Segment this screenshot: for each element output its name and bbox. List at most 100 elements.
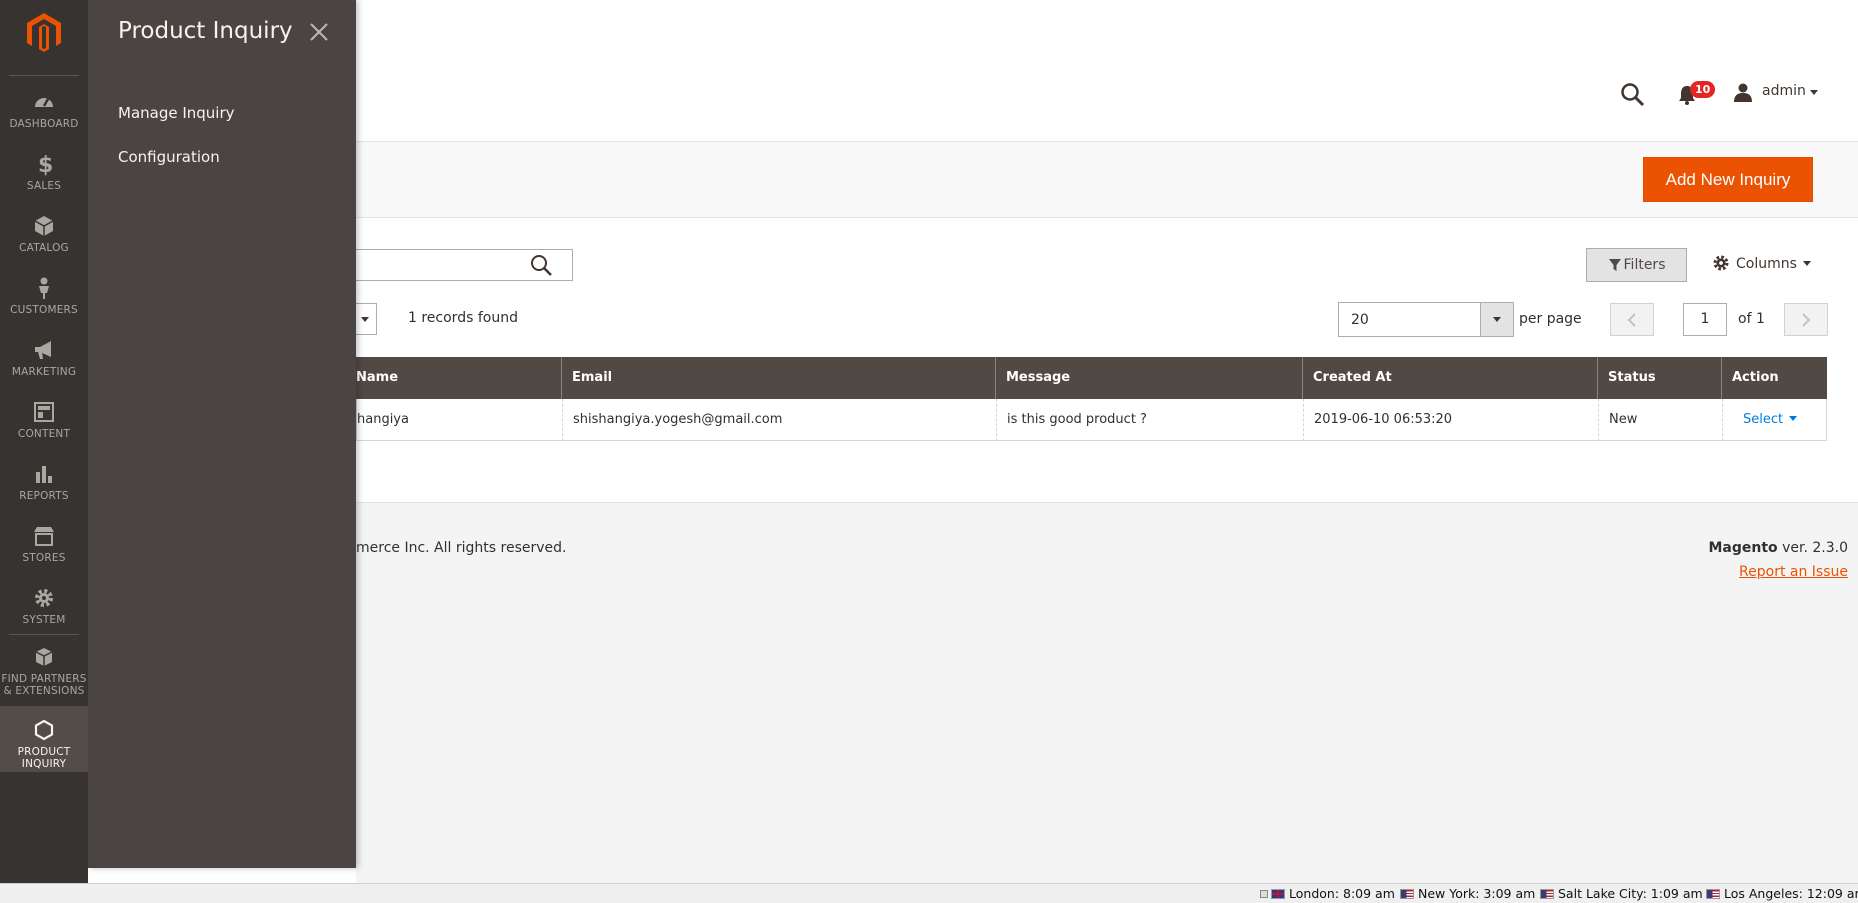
column-header-action: Action [1721, 357, 1827, 399]
global-search-icon[interactable] [1620, 82, 1646, 108]
page-actions-bar [356, 141, 1858, 218]
column-header-email[interactable]: Email [561, 357, 995, 399]
partners-icon [35, 648, 53, 666]
us-flag-icon [1540, 889, 1554, 899]
os-status-bar: London: 8:09 am New York: 3:09 am Salt L… [0, 883, 1858, 903]
menu-item-stores[interactable]: STORES [0, 524, 88, 586]
us-flag-icon [1400, 889, 1414, 899]
menu-item-customers[interactable]: CUSTOMERS [0, 276, 88, 338]
next-page-button[interactable] [1784, 303, 1828, 336]
columns-label: Columns [1736, 256, 1797, 272]
gear-icon [1713, 255, 1729, 271]
tray-icon [1260, 890, 1268, 898]
storefront-icon [34, 527, 54, 546]
menu-label-line: PRODUCT [17, 746, 71, 758]
clock-new-york: New York: 3:09 am [1400, 886, 1535, 901]
page-footer [356, 502, 1858, 883]
inquiry-grid: Name Email Message Created At Status Act… [356, 357, 1827, 441]
per-page-select[interactable]: 20 [1338, 302, 1514, 337]
bar-chart-icon [36, 466, 52, 483]
flyout-title: Product Inquiry [118, 18, 293, 44]
hexagon-icon [34, 719, 54, 741]
flyout-link-configuration[interactable]: Configuration [118, 148, 220, 166]
cell-status: New [1598, 399, 1722, 441]
menu-item-system[interactable]: SYSTEM [0, 586, 88, 648]
menu-item-dashboard[interactable]: DASHBOARD [0, 90, 88, 152]
menu-item-product-inquiry[interactable]: PRODUCT INQUIRY [0, 706, 88, 772]
current-page-input[interactable]: 1 [1683, 303, 1727, 336]
version-number: ver. 2.3.0 [1777, 540, 1848, 556]
content-layout-icon [34, 402, 54, 422]
column-header-name[interactable]: Name [356, 357, 561, 399]
clock-london: London: 8:09 am [1271, 886, 1395, 901]
clock-los-angeles: Los Angeles: 12:09 am [1706, 886, 1858, 901]
notification-count-badge[interactable]: 10 [1690, 81, 1716, 98]
chevron-down-icon[interactable] [1810, 90, 1818, 95]
megaphone-icon [35, 341, 51, 359]
product-inquiry-flyout: Product Inquiry Manage Inquiry Configura… [88, 0, 356, 868]
gear-icon [35, 589, 53, 607]
mass-actions-dropdown[interactable] [356, 303, 377, 335]
column-header-status[interactable]: Status [1597, 357, 1721, 399]
table-row: hangiya shishangiya.yogesh@gmail.com is … [356, 399, 1827, 441]
menu-label-line: & EXTENSIONS [3, 685, 85, 697]
cell-name: hangiya [357, 412, 409, 427]
close-icon[interactable] [307, 20, 331, 44]
svg-text:$: $ [38, 153, 54, 176]
clock-text: Salt Lake City: 1:09 am [1558, 886, 1703, 901]
chevron-left-icon [1627, 313, 1636, 327]
records-found-count: 1 records found [408, 310, 518, 326]
dollar-icon: $ [38, 153, 54, 176]
brand-name: Magento [1708, 540, 1778, 556]
total-pages-label: of 1 [1738, 311, 1765, 327]
filters-label: Filters [1623, 257, 1666, 273]
menu-label-line: FIND PARTNERS [1, 673, 87, 685]
column-header-message[interactable]: Message [995, 357, 1302, 399]
us-flag-icon [1706, 889, 1720, 899]
grid-header-row: Name Email Message Created At Status Act… [356, 357, 1827, 399]
search-icon[interactable] [529, 253, 553, 277]
version-info: Magento ver. 2.3.0 [1708, 540, 1848, 556]
menu-item-catalog[interactable]: CATALOG [0, 214, 88, 276]
previous-page-button[interactable] [1610, 303, 1654, 336]
per-page-label: per page [1519, 311, 1582, 327]
dashboard-icon [35, 98, 53, 107]
clock-text: New York: 3:09 am [1418, 886, 1536, 901]
report-issue-link[interactable]: Report an Issue [1739, 564, 1848, 580]
clock-salt-lake-city: Salt Lake City: 1:09 am [1540, 886, 1703, 901]
person-icon [39, 277, 49, 299]
add-new-inquiry-button[interactable]: Add New Inquiry [1643, 157, 1813, 202]
cell-action: Select [1722, 399, 1826, 441]
menu-item-content[interactable]: CONTENT [0, 400, 88, 462]
cell-created-at: 2019-06-10 06:53:20 [1303, 399, 1598, 441]
menu-divider [9, 634, 79, 635]
column-header-created-at[interactable]: Created At [1302, 357, 1597, 399]
user-menu-name[interactable]: admin [1762, 83, 1806, 99]
chevron-down-icon[interactable] [1789, 416, 1798, 421]
filter-funnel-icon [1608, 259, 1621, 271]
menu-label-line: INQUIRY [21, 758, 67, 770]
per-page-value: 20 [1351, 312, 1369, 328]
copyright-text: merce Inc. All rights reserved. [356, 540, 567, 556]
cell-email: shishangiya.yogesh@gmail.com [562, 399, 996, 441]
filters-button[interactable]: Filters [1586, 248, 1687, 282]
menu-item-find-partners[interactable]: FIND PARTNERS & EXTENSIONS [0, 645, 88, 705]
magento-logo-icon[interactable] [22, 10, 66, 54]
catalog-box-icon [34, 216, 54, 236]
row-action-select[interactable]: Select [1743, 412, 1783, 427]
menu-divider [9, 75, 79, 76]
clock-text: London: 8:09 am [1289, 886, 1395, 901]
menu-item-marketing[interactable]: MARKETING [0, 338, 88, 400]
clock-text: Los Angeles: 12:09 am [1724, 886, 1858, 901]
menu-item-sales[interactable]: $ SALES [0, 152, 88, 214]
uk-flag-icon [1271, 889, 1285, 899]
cell-message: is this good product ? [996, 399, 1303, 441]
chevron-down-icon[interactable] [1480, 303, 1513, 336]
columns-dropdown[interactable]: Columns [1712, 252, 1811, 276]
menu-item-reports[interactable]: REPORTS [0, 462, 88, 524]
chevron-right-icon [1802, 313, 1811, 327]
chevron-down-icon [1802, 261, 1811, 266]
flyout-link-manage-inquiry[interactable]: Manage Inquiry [118, 104, 235, 122]
main-menu: DASHBOARD $ SALES CATALOG CUSTOMERS MARK… [0, 0, 88, 883]
user-icon[interactable] [1733, 82, 1753, 102]
